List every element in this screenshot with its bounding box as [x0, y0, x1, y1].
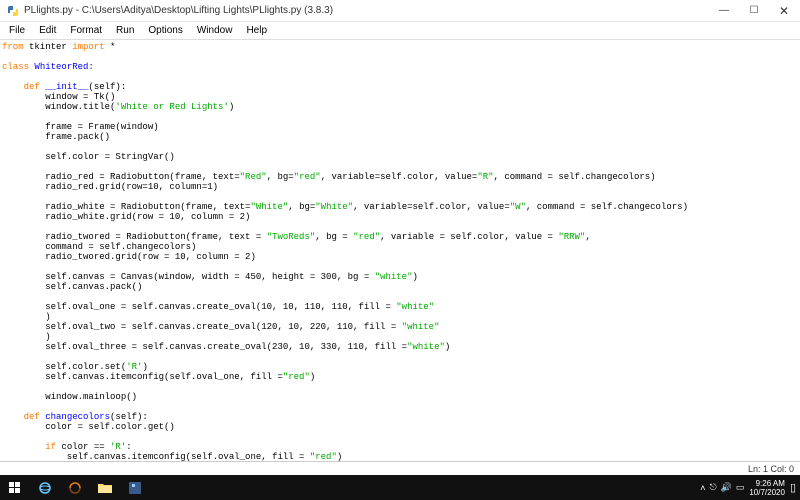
- taskbar-left: [0, 475, 150, 500]
- menu-options[interactable]: Options: [141, 23, 189, 38]
- menubar: File Edit Format Run Options Window Help: [0, 22, 800, 40]
- notification-icon[interactable]: ▯: [790, 481, 796, 494]
- start-button[interactable]: [0, 475, 30, 500]
- minimize-button[interactable]: —: [716, 3, 732, 19]
- tray-icons[interactable]: ˄ ⎋ 🔊 ▭: [700, 482, 744, 493]
- taskbar-file-explorer[interactable]: [90, 475, 120, 500]
- menu-run[interactable]: Run: [109, 23, 141, 38]
- titlebar: PLlights.py - C:\Users\Aditya\Desktop\Li…: [0, 0, 800, 22]
- taskbar-app-3[interactable]: [120, 475, 150, 500]
- wifi-icon[interactable]: ⎋: [709, 482, 716, 493]
- statusbar: Ln: 1 Col: 0: [0, 461, 800, 475]
- app-icon: [6, 4, 20, 18]
- system-tray: ˄ ⎋ 🔊 ▭ 9:26 AM 10/7/2020 ▯: [700, 479, 800, 497]
- clock-time: 9:26 AM: [749, 479, 785, 488]
- maximize-button[interactable]: ☐: [746, 3, 762, 19]
- status-position: Ln: 1 Col: 0: [748, 464, 794, 474]
- menu-edit[interactable]: Edit: [32, 23, 63, 38]
- clock-date: 10/7/2020: [749, 488, 785, 497]
- volume-icon[interactable]: 🔊: [721, 482, 732, 493]
- taskbar-clock[interactable]: 9:26 AM 10/7/2020: [749, 479, 785, 497]
- menu-window[interactable]: Window: [190, 23, 240, 38]
- code-editor[interactable]: from tkinter import * class WhiteorRed: …: [0, 40, 800, 461]
- menu-file[interactable]: File: [2, 23, 32, 38]
- window-title: PLlights.py - C:\Users\Aditya\Desktop\Li…: [24, 5, 716, 16]
- taskbar-app-1[interactable]: [30, 475, 60, 500]
- taskbar-app-2[interactable]: [60, 475, 90, 500]
- battery-icon[interactable]: ▭: [736, 482, 745, 493]
- taskbar: ˄ ⎋ 🔊 ▭ 9:26 AM 10/7/2020 ▯: [0, 475, 800, 500]
- tray-chevron-icon[interactable]: ˄: [700, 483, 705, 493]
- idle-window: PLlights.py - C:\Users\Aditya\Desktop\Li…: [0, 0, 800, 475]
- close-button[interactable]: ✕: [776, 3, 792, 19]
- window-controls: — ☐ ✕: [716, 3, 794, 19]
- menu-help[interactable]: Help: [239, 23, 274, 38]
- menu-format[interactable]: Format: [63, 23, 109, 38]
